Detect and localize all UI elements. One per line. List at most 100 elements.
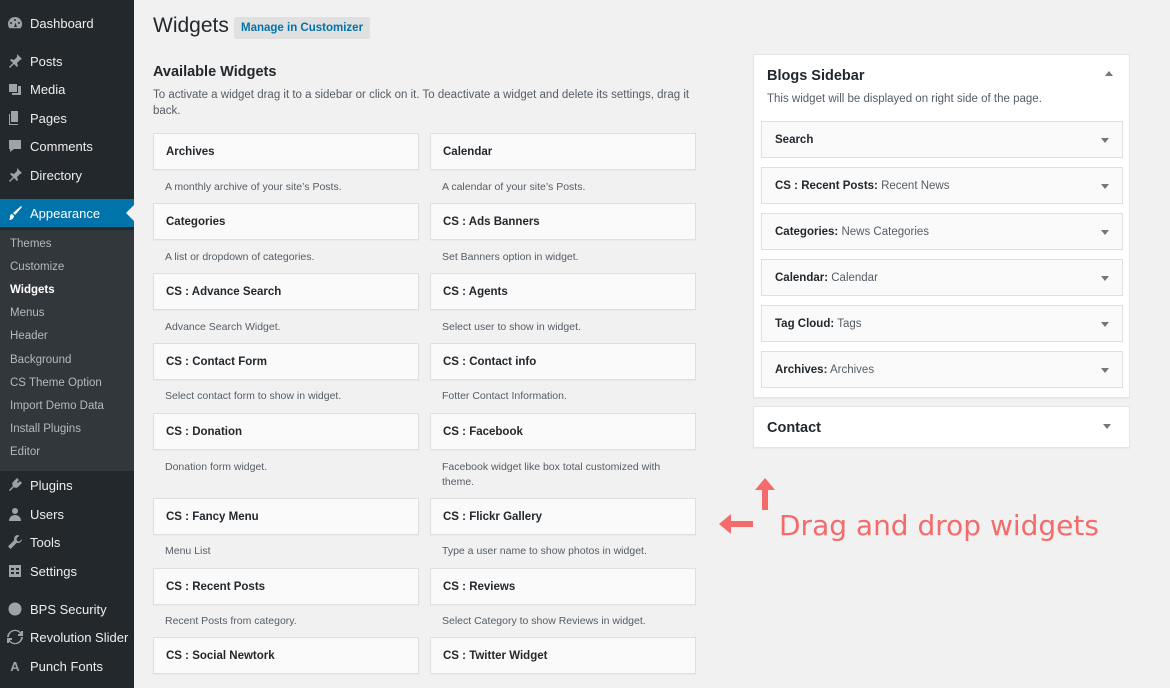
sidebar-item-media[interactable]: Media <box>0 75 134 103</box>
shield-icon <box>0 595 30 623</box>
submenu-item-editor[interactable]: Editor <box>10 446 40 458</box>
dashboard-icon <box>0 9 30 37</box>
submenu-item-header[interactable]: Header <box>10 330 48 342</box>
widget-cs-agents[interactable]: CS : Agents <box>430 273 696 310</box>
widget-description: Set Banners option in widget. <box>442 251 579 263</box>
submenu-item-install-plugins[interactable]: Install Plugins <box>10 423 81 435</box>
widget-cs-flickr-gallery[interactable]: CS : Flickr Gallery <box>430 498 696 535</box>
widget-description: A calendar of your site’s Posts. <box>442 181 586 193</box>
widget-cs-donation[interactable]: CS : Donation <box>153 413 419 450</box>
users-icon <box>0 500 30 528</box>
sidebar-widget-subtitle: News Categories <box>838 225 930 238</box>
comments-icon <box>0 132 30 160</box>
expand-arrow-icon[interactable] <box>1103 424 1111 429</box>
manage-in-customizer-button[interactable]: Manage in Customizer <box>234 17 371 39</box>
submenu-item-widgets[interactable]: Widgets <box>10 284 55 296</box>
submenu-item-customize[interactable]: Customize <box>10 261 64 273</box>
sidebar-widget-tag-cloud[interactable]: Tag Cloud: Tags <box>761 305 1123 342</box>
sidebar-item-label: Pages <box>30 110 67 126</box>
sidebar-item-label: Revolution Slider <box>30 629 129 645</box>
sidebar-widget-categories[interactable]: Categories: News Categories <box>761 213 1123 250</box>
plugin-icon <box>0 471 30 499</box>
expand-arrow-icon[interactable] <box>1101 230 1109 235</box>
sidebar-item-label: Settings <box>30 563 77 579</box>
pin-icon <box>0 161 30 189</box>
widget-description: Select contact form to show in widget. <box>165 390 342 402</box>
sidebar-widget-title: CS : Recent Posts: <box>775 179 878 192</box>
expand-arrow-icon[interactable] <box>1101 368 1109 373</box>
widget-cs-social-network[interactable]: CS : Social Newtork <box>153 637 419 674</box>
sidebar-item-bps-security[interactable]: BPS Security <box>0 595 134 623</box>
wrench-icon <box>0 528 30 556</box>
sidebar-item-tools[interactable]: Tools <box>0 528 134 556</box>
blogs-sidebar-title[interactable]: Blogs Sidebar <box>767 68 865 84</box>
sidebar-item-label: Comments <box>30 138 93 154</box>
widget-cs-twitter-widget[interactable]: CS : Twitter Widget <box>430 637 696 674</box>
collapse-arrow-icon[interactable] <box>1105 71 1113 76</box>
widget-description: Recent Posts from category. <box>165 615 297 627</box>
widget-description: Facebook widget like box total customize… <box>442 461 661 488</box>
sidebar-widget-subtitle: Recent News <box>877 179 950 192</box>
sidebar-widget-title: Tag Cloud: <box>775 317 835 330</box>
sidebar-item-label: Dashboard <box>30 15 94 31</box>
sidebar-widget-title: Calendar: <box>775 271 829 284</box>
sidebar-widget-calendar[interactable]: Calendar: Calendar <box>761 259 1123 296</box>
expand-arrow-icon[interactable] <box>1101 276 1109 281</box>
sidebar-item-dashboard[interactable]: Dashboard <box>0 9 134 37</box>
sidebar-widget-title: Archives: <box>775 363 828 376</box>
blogs-sidebar-panel: Blogs Sidebar This widget will be displa… <box>753 54 1130 398</box>
sidebar-item-directory[interactable]: Directory <box>0 161 134 189</box>
widget-cs-facebook[interactable]: CS : Facebook <box>430 413 696 450</box>
available-widgets-title: Available Widgets <box>153 64 277 80</box>
widget-cs-contact-form[interactable]: CS : Contact Form <box>153 343 419 380</box>
expand-arrow-icon[interactable] <box>1101 184 1109 189</box>
widget-archives[interactable]: Archives <box>153 133 419 170</box>
submenu-item-menus[interactable]: Menus <box>10 307 45 319</box>
submenu-item-background[interactable]: Background <box>10 354 71 366</box>
pin-icon <box>0 47 30 75</box>
sidebar-item-users[interactable]: Users <box>0 500 134 528</box>
submenu-item-themes[interactable]: Themes <box>10 238 52 250</box>
submenu-item-import-demo-data[interactable]: Import Demo Data <box>10 400 104 412</box>
sidebar-widget-archives[interactable]: Archives: Archives <box>761 351 1123 388</box>
expand-arrow-icon[interactable] <box>1101 322 1109 327</box>
admin-sidebar: Dashboard Posts Media Pages Comments Dir… <box>0 0 134 688</box>
sidebar-item-revolution-slider[interactable]: Revolution Slider <box>0 623 134 651</box>
submenu-item-cs-theme-option[interactable]: CS Theme Option <box>10 377 102 389</box>
widget-cs-recent-posts[interactable]: CS : Recent Posts <box>153 568 419 605</box>
brush-icon <box>0 199 30 227</box>
sidebar-widget-title: Search <box>775 133 814 146</box>
sidebar-widget-search[interactable]: Search <box>761 121 1123 158</box>
blogs-sidebar-description: This widget will be displayed on right s… <box>767 93 1042 105</box>
contact-sidebar-panel[interactable]: Contact <box>753 406 1130 448</box>
sidebar-widget-subtitle: Tags <box>834 317 862 330</box>
expand-arrow-icon[interactable] <box>1101 138 1109 143</box>
widget-description: Select Category to show Reviews in widge… <box>442 615 646 627</box>
available-widgets-description: To activate a widget drag it to a sideba… <box>153 89 690 117</box>
sidebar-widget-recent-posts[interactable]: CS : Recent Posts: Recent News <box>761 167 1123 204</box>
sidebar-item-comments[interactable]: Comments <box>0 132 134 160</box>
sidebar-item-settings[interactable]: Settings <box>0 557 134 585</box>
sidebar-item-label: BPS Security <box>30 601 107 617</box>
sidebar-widget-subtitle: Calendar <box>828 271 878 284</box>
sidebar-item-appearance[interactable]: Appearance <box>0 199 134 227</box>
widget-description: Advance Search Widget. <box>165 321 281 333</box>
sidebar-item-plugins[interactable]: Plugins <box>0 471 134 499</box>
widget-cs-fancy-menu[interactable]: CS : Fancy Menu <box>153 498 419 535</box>
widget-categories[interactable]: Categories <box>153 203 419 240</box>
widget-description: A list or dropdown of categories. <box>165 251 315 263</box>
widget-calendar[interactable]: Calendar <box>430 133 696 170</box>
widget-cs-reviews[interactable]: CS : Reviews <box>430 568 696 605</box>
sidebar-item-pages[interactable]: Pages <box>0 104 134 132</box>
widget-cs-ads-banners[interactable]: CS : Ads Banners <box>430 203 696 240</box>
widget-description: Type a user name to show photos in widge… <box>442 545 647 557</box>
widget-cs-advance-search[interactable]: CS : Advance Search <box>153 273 419 310</box>
sidebar-item-posts[interactable]: Posts <box>0 47 134 75</box>
sidebar-item-label: Users <box>30 506 64 522</box>
widget-description: Select user to show in widget. <box>442 321 581 333</box>
widget-cs-contact-info[interactable]: CS : Contact info <box>430 343 696 380</box>
widget-description: Fotter Contact Information. <box>442 390 567 402</box>
sidebar-item-label: Appearance <box>30 205 101 221</box>
drag-and-drop-annotation: Drag and drop widgets <box>779 509 1099 542</box>
sidebar-item-punch-fonts[interactable]: A Punch Fonts <box>0 652 134 680</box>
